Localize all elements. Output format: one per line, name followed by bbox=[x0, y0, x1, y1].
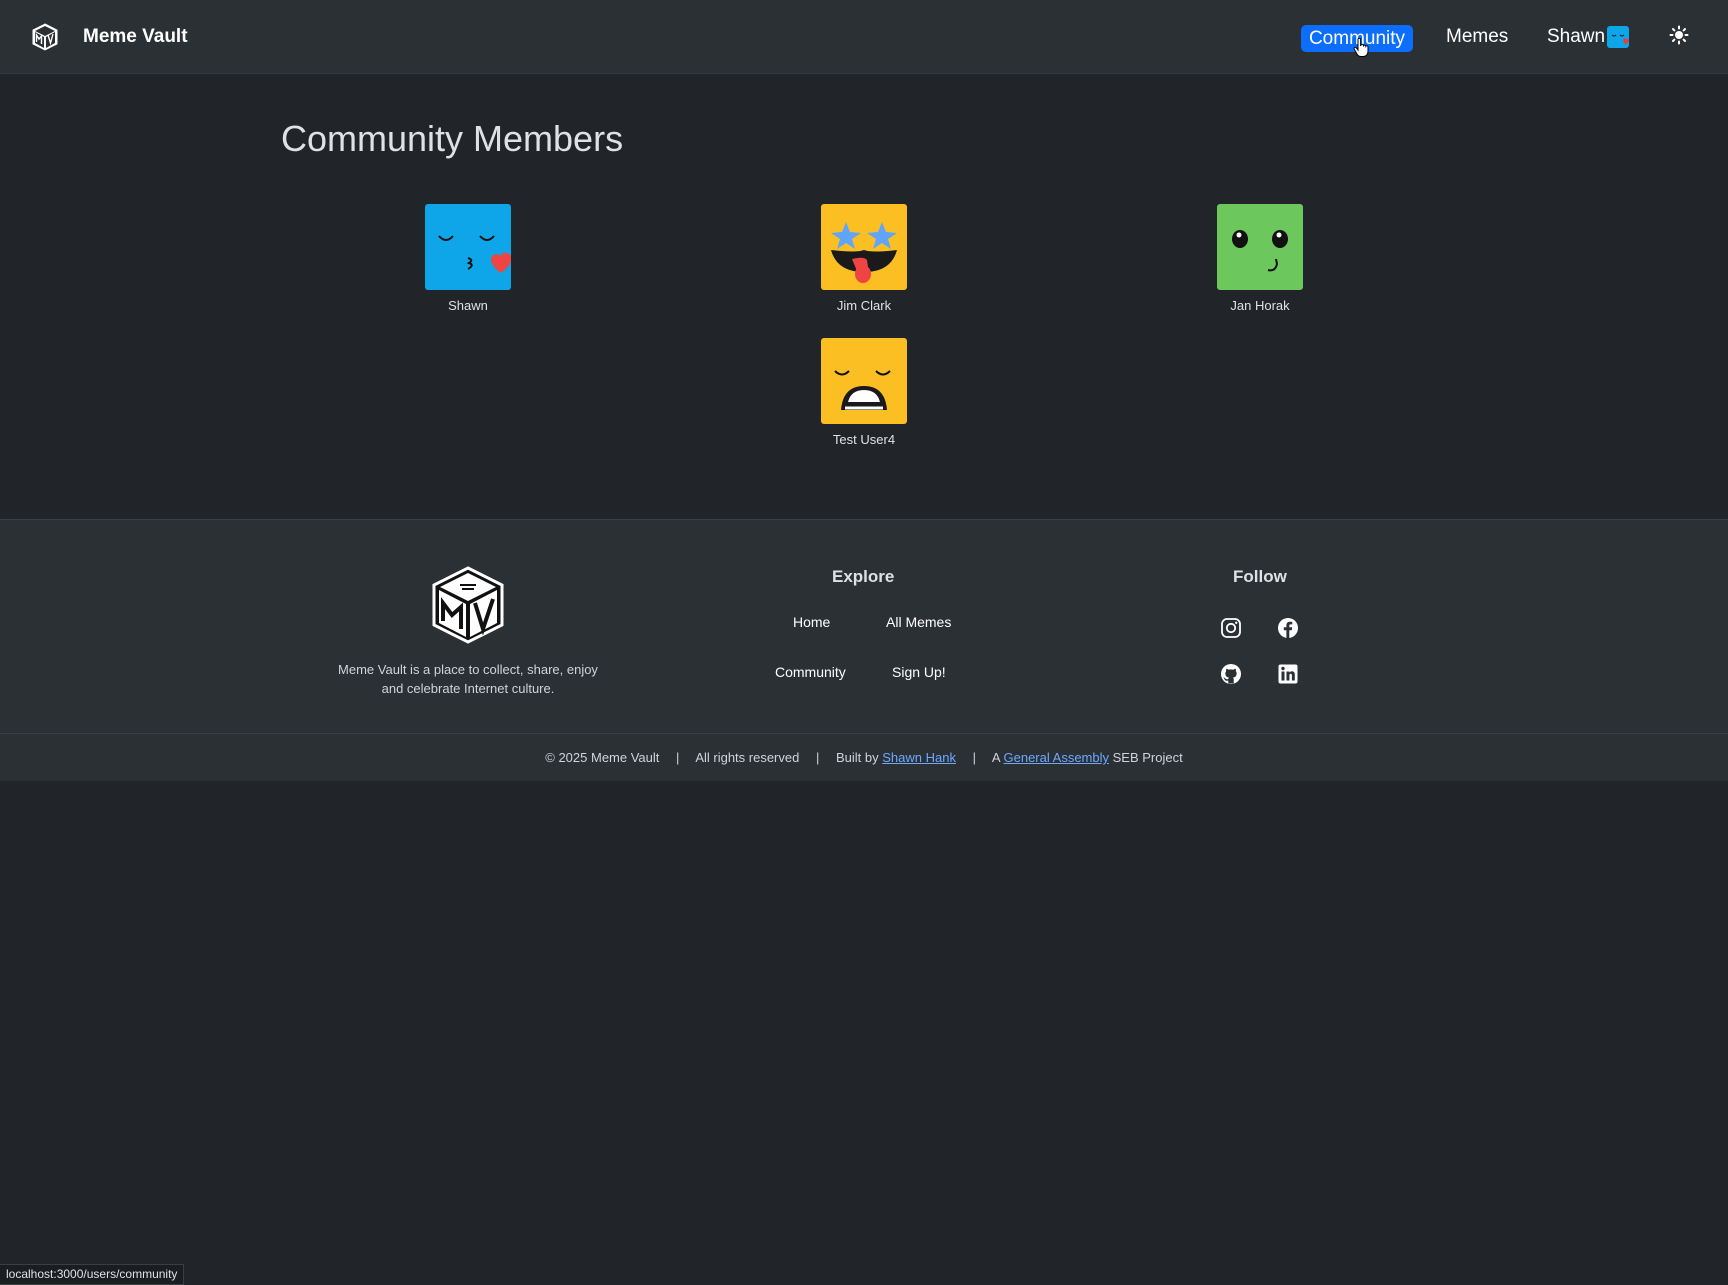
nav-user-link[interactable]: Shawn bbox=[1547, 26, 1605, 48]
nav-memes-link[interactable]: Memes bbox=[1446, 26, 1508, 48]
footer: Meme Vault is a place to collect, share,… bbox=[0, 519, 1728, 781]
page-title: Community Members bbox=[281, 118, 624, 159]
footer-link-home[interactable]: Home bbox=[793, 614, 830, 630]
instagram-icon[interactable] bbox=[1220, 617, 1242, 639]
separator: | bbox=[972, 750, 976, 765]
author-link[interactable]: Shawn Hank bbox=[882, 750, 956, 765]
meme-vault-logo-icon[interactable] bbox=[30, 22, 60, 52]
theme-toggle-sun-icon[interactable] bbox=[1669, 25, 1689, 45]
member-card-jim-clark[interactable]: Jim Clark bbox=[794, 204, 934, 313]
kissing-face-avatar[interactable] bbox=[425, 204, 511, 290]
project-suffix: SEB Project bbox=[1112, 750, 1183, 765]
status-bar-url: localhost:3000/users/community bbox=[0, 1264, 185, 1285]
general-assembly-link[interactable]: General Assembly bbox=[1004, 750, 1110, 765]
separator: | bbox=[815, 750, 820, 765]
footer-link-community[interactable]: Community bbox=[775, 664, 846, 680]
follow-heading: Follow bbox=[1233, 567, 1287, 586]
wink-face-avatar[interactable] bbox=[1217, 204, 1303, 290]
brand-name[interactable]: Meme Vault bbox=[83, 26, 188, 48]
navbar: Meme Vault Community Memes Shawn bbox=[0, 0, 1728, 74]
footer-bottom-bar: © 2025 Meme Vault | All rights reserved … bbox=[0, 733, 1728, 782]
footer-link-all-memes[interactable]: All Memes bbox=[886, 614, 951, 630]
yawning-face-avatar[interactable] bbox=[821, 338, 907, 424]
project-prefix: A bbox=[991, 750, 1000, 765]
built-by-prefix: Built by bbox=[836, 750, 879, 765]
footer-link-sign-up[interactable]: Sign Up! bbox=[892, 664, 946, 680]
footer-tagline: Meme Vault is a place to collect, share,… bbox=[338, 662, 598, 696]
member-name: Jim Clark bbox=[836, 298, 892, 313]
separator: | bbox=[676, 750, 680, 765]
linkedin-icon[interactable] bbox=[1277, 663, 1299, 685]
meme-vault-footer-logo-icon[interactable] bbox=[430, 565, 506, 645]
explore-heading: Explore bbox=[832, 567, 895, 586]
member-card-shawn[interactable]: Shawn bbox=[398, 204, 538, 313]
pointer-cursor-icon bbox=[1353, 38, 1369, 57]
member-name: Shawn bbox=[448, 298, 488, 313]
facebook-icon[interactable] bbox=[1277, 617, 1299, 639]
member-name: Jan Horak bbox=[1230, 298, 1290, 313]
member-name: Test User4 bbox=[832, 432, 896, 447]
rights-text: All rights reserved bbox=[695, 750, 800, 765]
user-avatar[interactable] bbox=[1607, 26, 1629, 48]
star-eyes-face-avatar[interactable] bbox=[821, 204, 907, 290]
member-card-test-user4[interactable]: Test User4 bbox=[794, 338, 934, 447]
member-card-jan-horak[interactable]: Jan Horak bbox=[1190, 204, 1330, 313]
copyright-text: © 2025 Meme Vault bbox=[545, 750, 660, 765]
github-icon[interactable] bbox=[1220, 663, 1242, 685]
